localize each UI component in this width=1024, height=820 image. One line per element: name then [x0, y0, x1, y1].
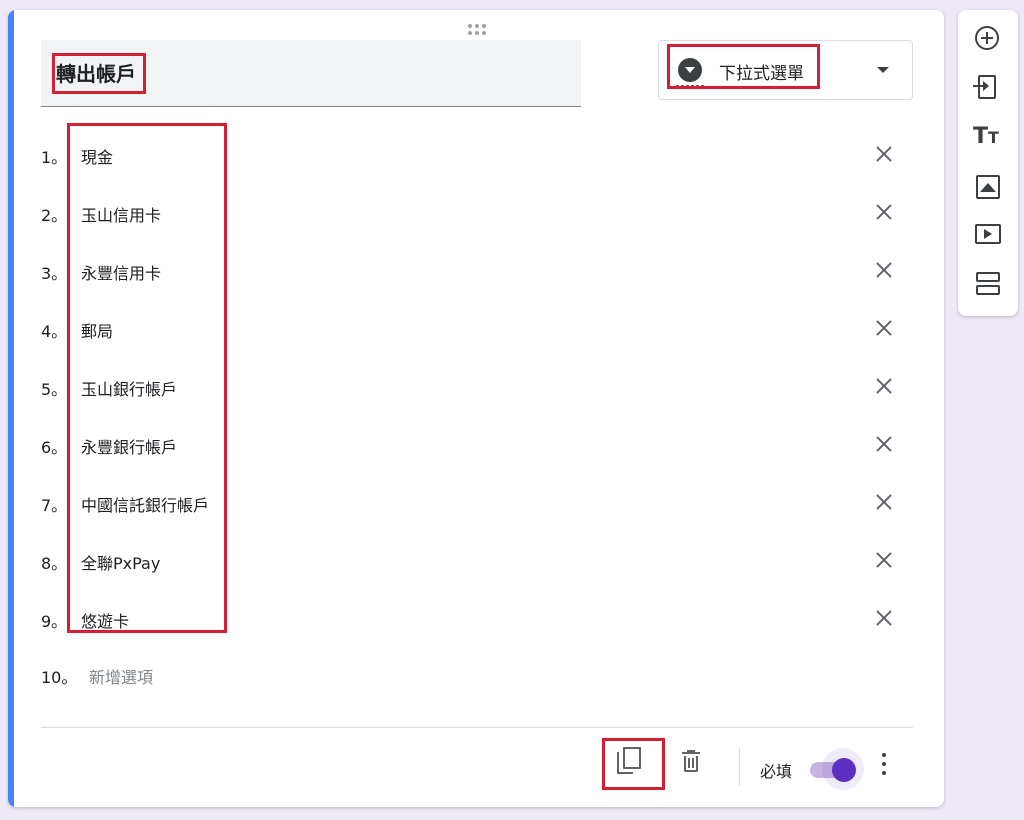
add-option-input[interactable]: 新增選項 — [89, 664, 153, 688]
remove-option-icon[interactable] — [870, 372, 898, 400]
option-number: 3。 — [41, 264, 68, 283]
option-label[interactable]: 永豐銀行帳戶 — [81, 434, 177, 458]
question-type-label: 下拉式選單 — [719, 64, 804, 84]
option-number: 2。 — [41, 206, 68, 225]
option-label[interactable]: 玉山信用卡 — [81, 202, 161, 226]
import-questions-icon[interactable] — [973, 73, 1003, 103]
footer-divider — [41, 727, 913, 728]
drag-handle-icon[interactable] — [465, 18, 489, 40]
remove-option-icon[interactable] — [870, 546, 898, 574]
remove-option-icon[interactable] — [870, 140, 898, 168]
remove-option-icon[interactable] — [870, 604, 898, 632]
option-label[interactable]: 全聯PxPay — [81, 550, 160, 574]
question-card: 轉出帳戶 下拉式選單 1。 現金 2。 玉山信用卡 3。 永豐信用卡 4。 郵局 5。 玉山銀行帳… — [8, 10, 944, 807]
question-type-select[interactable]: 下拉式選單 — [658, 40, 913, 100]
required-label: 必填 — [760, 762, 793, 781]
option-label[interactable]: 悠遊卡 — [81, 608, 129, 632]
question-title[interactable]: 轉出帳戶 — [56, 58, 136, 87]
option-number: 7。 — [41, 496, 68, 515]
option-row[interactable]: 8。 全聯PxPay — [8, 542, 944, 582]
remove-option-icon[interactable] — [870, 314, 898, 342]
remove-option-icon[interactable] — [870, 198, 898, 226]
trash-icon — [684, 756, 698, 772]
option-label[interactable]: 現金 — [81, 144, 113, 168]
option-row[interactable]: 6。 永豐銀行帳戶 — [8, 426, 944, 466]
add-video-icon[interactable] — [973, 219, 1003, 249]
required-toggle[interactable] — [810, 748, 864, 790]
dropdown-circle-icon — [678, 58, 702, 82]
option-row[interactable]: 7。 中國信託銀行帳戶 — [8, 484, 944, 524]
option-number: 1。 — [41, 148, 68, 167]
option-number: 9。 — [41, 612, 68, 631]
chevron-down-icon — [877, 67, 889, 73]
option-label[interactable]: 永豐信用卡 — [81, 260, 161, 284]
option-label[interactable]: 中國信託銀行帳戶 — [81, 492, 209, 516]
option-label[interactable]: 玉山銀行帳戶 — [81, 376, 177, 400]
copy-icon — [623, 747, 641, 769]
more-options-icon[interactable] — [878, 753, 890, 779]
add-option-row[interactable]: 10。 新增選項 — [8, 656, 944, 696]
option-number: 8。 — [41, 554, 68, 573]
option-row[interactable]: 3。 永豐信用卡 — [8, 252, 944, 292]
delete-button[interactable] — [681, 750, 703, 776]
remove-option-icon[interactable] — [870, 256, 898, 284]
option-row[interactable]: 9。 悠遊卡 — [8, 600, 944, 640]
option-row[interactable]: 4。 郵局 — [8, 310, 944, 350]
remove-option-icon[interactable] — [870, 430, 898, 458]
add-section-icon[interactable] — [973, 269, 1003, 299]
option-row[interactable]: 2。 玉山信用卡 — [8, 194, 944, 234]
option-number: 5。 — [41, 380, 68, 399]
option-number: 4。 — [41, 322, 68, 341]
add-image-icon[interactable] — [973, 172, 1003, 202]
option-number: 10。 — [41, 668, 78, 687]
option-row[interactable]: 5。 玉山銀行帳戶 — [8, 368, 944, 408]
remove-option-icon[interactable] — [870, 488, 898, 516]
footer-separator — [739, 748, 740, 786]
option-label[interactable]: 郵局 — [81, 318, 113, 342]
add-title-text-icon[interactable]: TT — [973, 122, 1003, 152]
duplicate-button[interactable] — [617, 747, 643, 777]
option-number: 6。 — [41, 438, 68, 457]
question-title-field[interactable]: 轉出帳戶 — [41, 40, 581, 107]
side-toolbar: TT — [958, 10, 1018, 316]
option-row[interactable]: 1。 現金 — [8, 136, 944, 176]
add-question-icon[interactable] — [973, 24, 1003, 54]
